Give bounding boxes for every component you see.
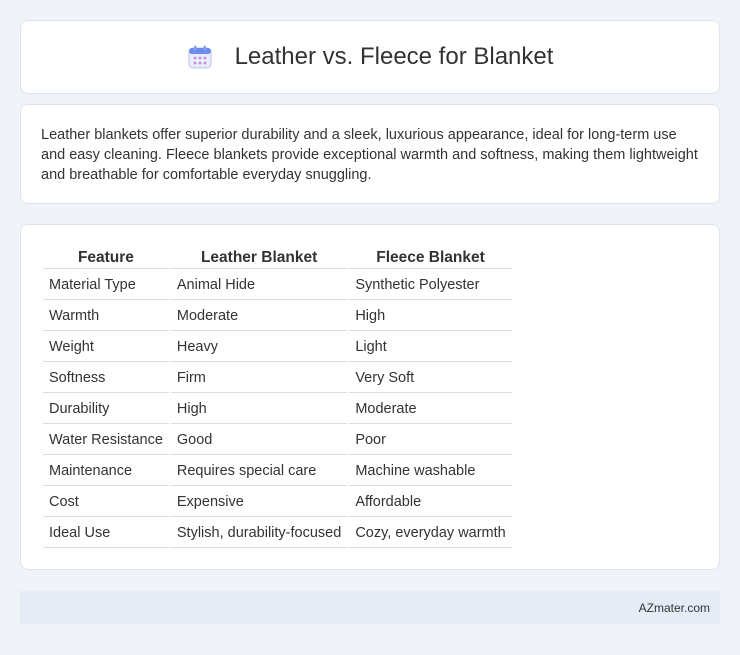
table-cell: Stylish, durability-focused: [170, 519, 348, 548]
footer-site: AZmater.com: [638, 600, 710, 615]
comparison-table: Feature Leather Blanket Fleece Blanket Mat…: [41, 245, 514, 550]
table-cell: Requires special care: [170, 457, 348, 486]
table-cell: Heavy: [170, 333, 348, 362]
table-row: Material Type Animal Hide Synthetic Polyes…: [43, 271, 512, 300]
table-cell: Machine washable: [349, 457, 512, 486]
table-cell: Cost: [43, 488, 169, 517]
table-cell: Durability: [43, 395, 169, 424]
calendar-icon: [187, 44, 213, 70]
table-row: Softness Firm Very Soft: [43, 364, 512, 393]
table-cell: High: [170, 395, 348, 424]
table-cell: Weight: [43, 333, 169, 362]
table-cell: Ideal Use: [43, 519, 169, 548]
table-row: Weight Heavy Light: [43, 333, 512, 362]
table-cell: Warmth: [43, 302, 169, 331]
table-cell: Very Soft: [349, 364, 512, 393]
table-cell: Maintenance: [43, 457, 169, 486]
table-cell: Cozy, everyday warmth: [349, 519, 512, 548]
column-header: Leather Blanket: [170, 247, 348, 269]
table-cell: Moderate: [349, 395, 512, 424]
table-cell: Moderate: [170, 302, 348, 331]
table-cell: Poor: [349, 426, 512, 455]
table-row: Cost Expensive Affordable: [43, 488, 512, 517]
table-header-row: Feature Leather Blanket Fleece Blanket: [43, 247, 512, 269]
table-cell: High: [349, 302, 512, 331]
table-cell: Affordable: [349, 488, 512, 517]
table-row: Maintenance Requires special care Machine …: [43, 457, 512, 486]
title-card: Leather vs. Fleece for Blanket: [20, 20, 720, 94]
table-row: Water Resistance Good Poor: [43, 426, 512, 455]
table-cell: Water Resistance: [43, 426, 169, 455]
table-row: Warmth Moderate High: [43, 302, 512, 331]
description-text: Leather blankets offer superior durabili…: [41, 127, 698, 183]
table-cell: Firm: [170, 364, 348, 393]
column-header: Feature: [43, 247, 169, 269]
table-row: Ideal Use Stylish, durability-focused Cozy…: [43, 519, 512, 548]
table-cell: Softness: [43, 364, 169, 393]
table-cell: Synthetic Polyester: [349, 271, 512, 300]
column-header: Fleece Blanket: [349, 247, 512, 269]
footer: AZmater.com: [20, 591, 720, 624]
table-cell: Animal Hide: [170, 271, 348, 300]
table-row: Durability High Moderate: [43, 395, 512, 424]
comparison-card: Feature Leather Blanket Fleece Blanket Mat…: [20, 224, 720, 570]
table-cell: Good: [170, 426, 348, 455]
table-cell: Light: [349, 333, 512, 362]
table-cell: Material Type: [43, 271, 169, 300]
page-title: Leather vs. Fleece for Blanket: [234, 43, 554, 70]
table-cell: Expensive: [170, 488, 348, 517]
description-card: Leather blankets offer superior durabili…: [20, 104, 720, 204]
